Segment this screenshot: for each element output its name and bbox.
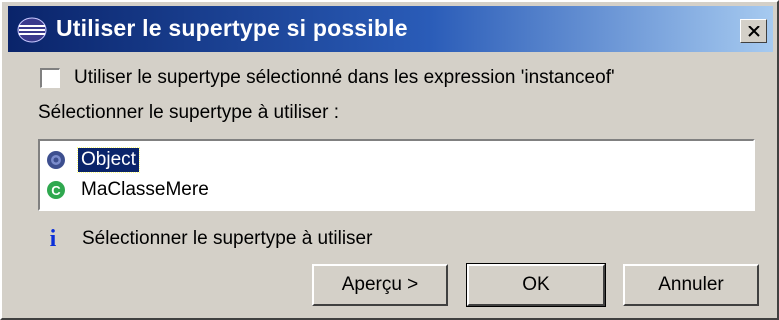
instanceof-checkbox[interactable]	[40, 68, 60, 88]
list-item-label: MaClasseMere	[81, 179, 209, 200]
supertype-section-label: Sélectionner le supertype à utiliser :	[38, 102, 339, 123]
svg-text:C: C	[51, 183, 61, 198]
list-item[interactable]: Object	[46, 147, 140, 173]
instanceof-checkbox-label[interactable]: Utiliser le supertype sélectionné dans l…	[74, 67, 615, 89]
class-icon: C	[47, 181, 65, 199]
preview-button[interactable]: Aperçu >	[312, 264, 448, 306]
supertype-list[interactable]: Object C MaClasseMere	[38, 139, 755, 211]
status-message: i Sélectionner le supertype à utiliser	[46, 226, 373, 252]
info-icon: i	[49, 226, 57, 252]
interface-icon	[47, 151, 65, 169]
cancel-button[interactable]: Annuler	[623, 264, 759, 306]
eclipse-icon	[17, 17, 47, 43]
preview-button-label: Aperçu >	[341, 274, 419, 295]
list-item-label: Object	[77, 147, 140, 173]
instanceof-option[interactable]: Utiliser le supertype sélectionné dans l…	[40, 66, 615, 90]
ok-button[interactable]: OK	[466, 263, 606, 307]
title-bar[interactable]: Utiliser le supertype si possible	[8, 6, 773, 52]
dialog-window: Utiliser le supertype si possible Utilis…	[0, 0, 779, 320]
status-message-text: Sélectionner le supertype à utiliser	[82, 228, 373, 249]
close-icon	[747, 25, 760, 37]
close-button[interactable]	[740, 19, 767, 43]
window-title: Utiliser le supertype si possible	[56, 15, 408, 41]
cancel-button-label: Annuler	[658, 274, 724, 295]
list-item[interactable]: C MaClasseMere	[46, 177, 212, 203]
ok-button-label: OK	[522, 274, 550, 295]
